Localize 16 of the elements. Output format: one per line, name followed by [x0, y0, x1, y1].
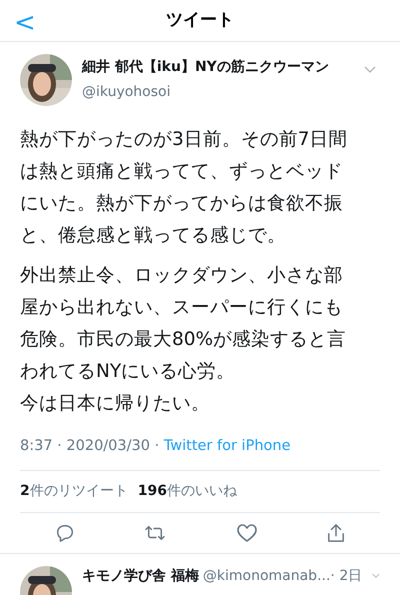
author-handle: @ikuyohosoi	[82, 83, 172, 102]
heart-icon[interactable]	[236, 522, 258, 543]
reply-author-name: キモノ学び舎 福梅	[82, 566, 199, 586]
timestamp: 8:37 · 2020/03/30 ·	[20, 438, 160, 454]
tweet-text: 熱が下がったのが3日前。その前7日間は熱と頭痛と戦ってて、ずっとベッドにいた。熱が下がってからは食欲不振と、倦怠感と戦ってる感じで。	[20, 128, 349, 248]
reply-author-handle: @kimonomanab...	[202, 566, 330, 586]
reply-icon[interactable]	[54, 522, 75, 543]
share-icon[interactable]	[327, 522, 346, 543]
stat-count[interactable]: 196件のいいね	[138, 480, 237, 502]
page-title: ツイート	[166, 8, 234, 32]
reply-time: · 2日	[330, 566, 362, 586]
author-name: 細井 郁代【iku】NYの筋ニクウーマン	[82, 58, 330, 77]
stat-count[interactable]: 2件のリツイート	[20, 480, 128, 502]
tweet-text: 今は日本に帰りたい。	[20, 392, 211, 416]
tweet-text: 外出禁止令、ロックダウン、小さな部屋から出れない、スーパーに行くにも危険。市民の最大80%が感染すると言われてるNYにいる心労。	[20, 264, 348, 384]
retweet-icon[interactable]	[144, 524, 166, 542]
